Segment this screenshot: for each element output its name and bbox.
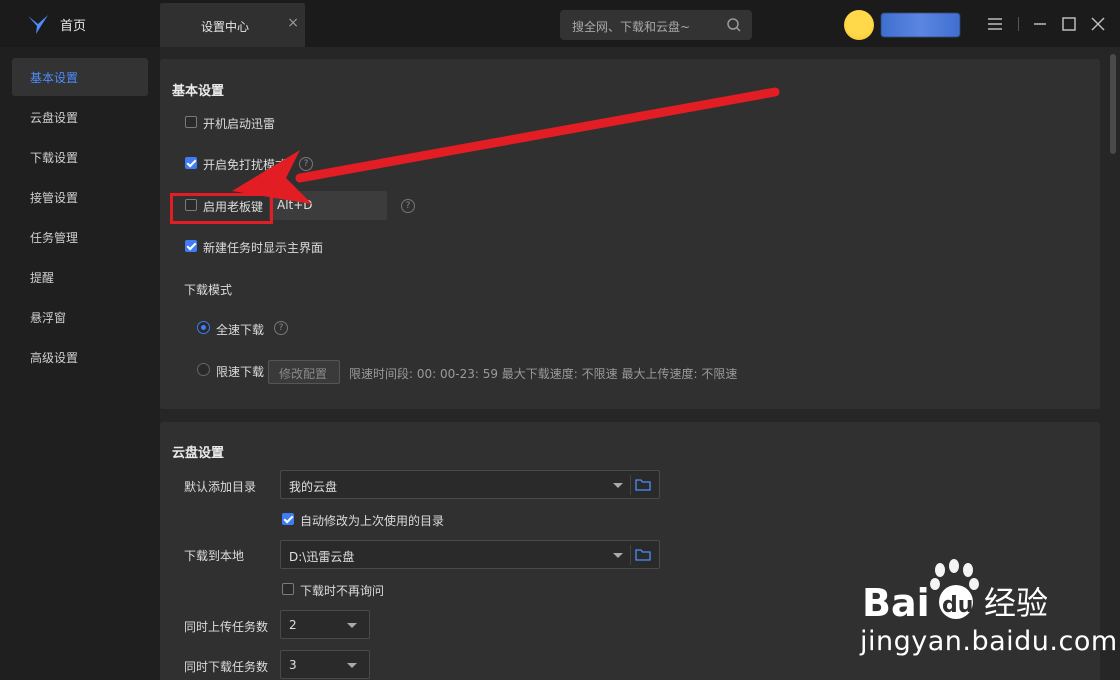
sidebar-item-takeover[interactable]: 接管设置 [12,178,148,216]
search-icon[interactable] [726,17,742,33]
settings-sidebar: 基本设置 云盘设置 下载设置 接管设置 任务管理 提醒 悬浮窗 高级设置 [0,47,160,680]
boss-key-help-icon[interactable]: ? [401,199,415,213]
sidebar-item-tasks[interactable]: 任务管理 [12,218,148,256]
sidebar-item-label: 悬浮窗 [30,311,67,325]
show-main-label: 新建任务时显示主界面 [203,241,324,255]
svg-text:经验: 经验 [984,584,1048,622]
autostart-checkbox[interactable] [185,116,197,128]
limit-info-text: 限速时间段: 00: 00-23: 59 最大下载速度: 不限速 最大上传速度:… [349,367,738,381]
basic-settings-title: 基本设置 [172,84,225,99]
menu-icon[interactable] [985,14,1005,34]
sidebar-item-basic[interactable]: 基本设置 [12,58,148,96]
baidu-logo-icon: Bai du 经验 [862,559,1048,625]
chevron-down-icon [347,663,357,668]
modify-config-label: 修改配置 [279,367,328,381]
sidebar-item-label: 云盘设置 [30,111,79,125]
boss-key-hotkey-value: Alt+D [277,198,313,212]
upload-tasks-value: 2 [289,618,297,632]
local-dir-value: D:\迅雷云盘 [289,550,355,564]
sidebar-item-label: 任务管理 [30,231,79,245]
chevron-down-icon [347,623,357,628]
maximize-icon[interactable] [1059,14,1079,34]
baidu-jingyan-watermark: Bai du 经验 jingyan.baidu.com [858,556,1117,666]
upload-tasks-label: 同时上传任务数 [184,620,269,634]
limited-speed-label: 限速下载 [216,365,265,379]
default-dir-select[interactable]: 我的云盘 [280,470,660,499]
annotation-highlight-box [170,193,273,224]
search-box[interactable]: 搜全网、下载和云盘~ [560,10,752,40]
sidebar-item-advanced[interactable]: 高级设置 [12,338,148,376]
local-dir-label: 下载到本地 [184,549,245,563]
full-speed-help-icon[interactable]: ? [274,321,288,335]
full-speed-label: 全速下载 [216,323,265,337]
titlebar-divider [1018,17,1019,31]
sidebar-item-label: 接管设置 [30,191,79,205]
svg-text:du: du [942,593,973,618]
download-tasks-label: 同时下载任务数 [184,660,269,674]
autostart-label: 开机启动迅雷 [203,117,276,131]
tab-close-icon[interactable]: × [287,15,299,31]
watermark-url: jingyan.baidu.com [860,626,1118,657]
no-ask-checkbox[interactable] [282,583,294,595]
show-main-checkbox[interactable] [185,240,197,252]
username-blurred[interactable] [881,13,960,37]
home-tab-label[interactable]: 首页 [60,15,86,34]
search-placeholder: 搜全网、下载和云盘~ [572,20,691,34]
sidebar-item-label: 提醒 [30,271,55,285]
sidebar-item-cloud[interactable]: 云盘设置 [12,98,148,136]
local-dir-select[interactable]: D:\迅雷云盘 [280,540,660,569]
basic-settings-card: 基本设置 开机启动迅雷 开启免打扰模式 ? 启用老板键 Alt+D ? 新建任务… [160,59,1100,409]
svg-text:Bai: Bai [862,581,930,625]
folder-icon[interactable] [635,477,651,493]
no-ask-label: 下载时不再询问 [300,584,385,598]
no-disturb-checkbox[interactable] [185,157,197,169]
tab-settings-center[interactable]: 设置中心 × [160,3,305,47]
modify-config-button[interactable]: 修改配置 [268,360,340,384]
title-bar: 首页 设置中心 × 搜全网、下载和云盘~ [0,0,1120,47]
download-mode-label: 下载模式 [184,283,233,297]
xunlei-logo-icon [28,15,48,34]
sidebar-item-label: 高级设置 [30,351,79,365]
no-disturb-help-icon[interactable]: ? [299,157,313,171]
sidebar-item-reminder[interactable]: 提醒 [12,258,148,296]
chevron-down-icon [613,553,623,558]
full-speed-radio[interactable] [197,321,210,334]
close-icon[interactable] [1088,14,1108,34]
cloud-settings-title: 云盘设置 [172,446,225,461]
default-dir-value: 我的云盘 [289,480,338,494]
default-dir-label: 默认添加目录 [184,480,257,494]
folder-icon[interactable] [635,547,651,563]
no-disturb-label: 开启免打扰模式 [203,158,288,172]
chevron-down-icon [613,483,623,488]
tab-settings-label: 设置中心 [201,20,250,34]
sidebar-item-label: 基本设置 [30,71,79,85]
limited-speed-radio[interactable] [197,363,210,376]
download-tasks-value: 3 [289,658,297,672]
upload-tasks-select[interactable]: 2 [280,610,370,639]
auto-modify-checkbox[interactable] [282,513,294,525]
sidebar-item-float-window[interactable]: 悬浮窗 [12,298,148,336]
auto-modify-label: 自动修改为上次使用的目录 [300,514,445,528]
sidebar-item-download[interactable]: 下载设置 [12,138,148,176]
minimize-icon[interactable] [1030,14,1050,34]
sidebar-item-label: 下载设置 [30,151,79,165]
download-tasks-select[interactable]: 3 [280,650,370,679]
content-scrollbar[interactable] [1110,54,1116,154]
boss-key-hotkey-input[interactable]: Alt+D [269,191,387,220]
avatar[interactable] [844,10,874,40]
